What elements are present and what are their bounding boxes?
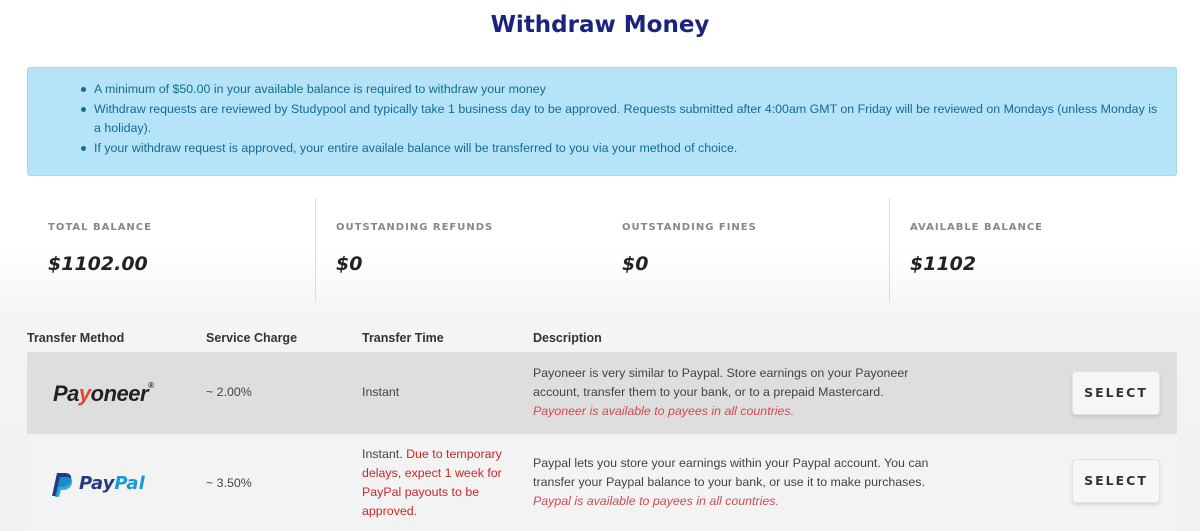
- paypal-wordmark: PayPal: [79, 473, 145, 494]
- page-title: Withdraw Money: [490, 12, 710, 38]
- service-charge: ~ 3.50%: [206, 476, 252, 490]
- description: Paypal lets you store your earnings with…: [533, 454, 953, 511]
- info-list: A minimum of $50.00 in your available ba…: [81, 80, 1158, 159]
- stat-label: OUTSTANDING FINES: [622, 222, 757, 233]
- methods-table-header: Transfer Method Service Charge Transfer …: [27, 331, 1177, 351]
- logo-part: Pay: [79, 473, 115, 494]
- stat-divider: [889, 198, 890, 302]
- logo-part: Pa: [53, 381, 79, 406]
- info-item-transfer: If your withdraw request is approved, yo…: [81, 139, 1158, 159]
- availability-note: Paypal is available to payees in all cou…: [533, 494, 779, 508]
- stat-value: $0: [622, 253, 649, 275]
- description-text: Paypal lets you store your earnings with…: [533, 456, 929, 489]
- stat-value: $1102: [910, 253, 977, 275]
- logo-part: ®: [148, 381, 154, 390]
- header-transfer-time: Transfer Time: [362, 331, 444, 345]
- select-paypal-button[interactable]: SELECT: [1072, 459, 1160, 503]
- header-description: Description: [533, 331, 602, 345]
- stat-available-balance: AVAILABLE BALANCE $1102: [889, 198, 1177, 302]
- service-charge: ~ 2.00%: [206, 385, 252, 399]
- stat-value: $1102.00: [48, 253, 148, 275]
- paypal-p-icon: [52, 473, 73, 497]
- stat-outstanding-refunds: OUTSTANDING REFUNDS $0: [315, 198, 603, 302]
- stat-total-balance: TOTAL BALANCE $1102.00: [27, 198, 315, 302]
- payoneer-logo-icon: Payoneer®: [53, 381, 154, 407]
- transfer-time-text: Instant.: [362, 447, 403, 461]
- stat-divider: [315, 198, 316, 302]
- header-service-charge: Service Charge: [206, 331, 298, 345]
- availability-note: Payoneer is available to payees in all c…: [533, 404, 795, 418]
- description: Payoneer is very similar to Paypal. Stor…: [533, 364, 933, 421]
- info-item-review: Withdraw requests are reviewed by Studyp…: [81, 100, 1158, 139]
- method-row-payoneer: Payoneer® ~ 2.00% Instant Payoneer is ve…: [27, 352, 1177, 434]
- stat-outstanding-fines: OUTSTANDING FINES $0: [601, 198, 889, 302]
- balance-stats: TOTAL BALANCE $1102.00 OUTSTANDING REFUN…: [27, 198, 1177, 302]
- select-payoneer-button[interactable]: SELECT: [1072, 371, 1160, 415]
- info-box: A minimum of $50.00 in your available ba…: [27, 67, 1177, 176]
- logo-part: Pal: [114, 473, 145, 494]
- header-transfer-method: Transfer Method: [27, 331, 125, 345]
- info-item-minimum: A minimum of $50.00 in your available ba…: [81, 80, 1158, 100]
- description-text: Payoneer is very similar to Paypal. Stor…: [533, 366, 909, 399]
- transfer-time: Instant. Due to temporary delays, expect…: [362, 445, 517, 521]
- stat-label: AVAILABLE BALANCE: [910, 222, 1044, 233]
- stat-label: TOTAL BALANCE: [48, 222, 152, 233]
- transfer-time: Instant: [362, 385, 400, 399]
- logo-part: y: [78, 381, 91, 406]
- method-row-paypal: PayPal ~ 3.50% Instant. Due to temporary…: [27, 436, 1177, 531]
- logo-part: oneer: [90, 381, 149, 406]
- stat-label: OUTSTANDING REFUNDS: [336, 222, 494, 233]
- stat-value: $0: [336, 253, 363, 275]
